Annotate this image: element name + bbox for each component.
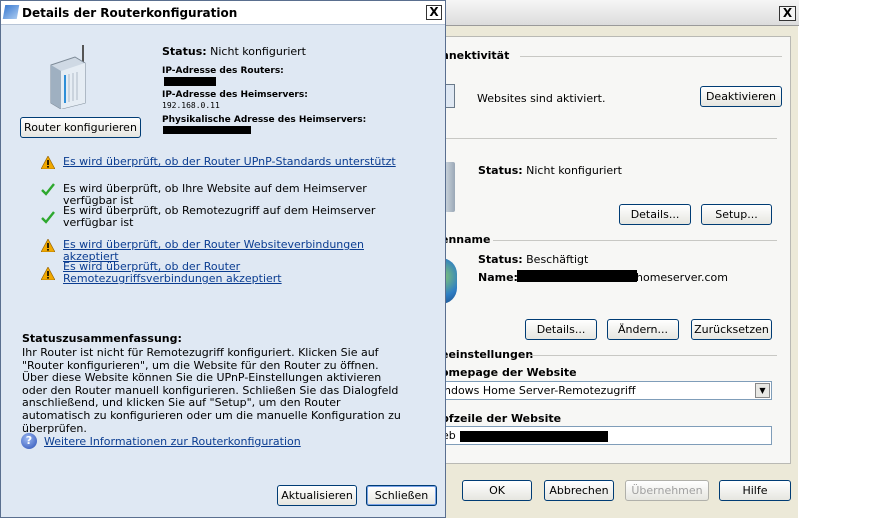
router-status-value: Nicht konfiguriert	[526, 164, 622, 177]
dialog-titlebar: Details der Routerkonfiguration X	[1, 1, 445, 25]
background-titlebar: X	[441, 0, 799, 26]
warning-icon	[41, 156, 55, 169]
apply-button[interactable]: Übernehmen	[625, 480, 709, 501]
homepage-label: omepage der Website	[441, 366, 577, 379]
homepage-select-value: ndows Home Server-Remotezugriff	[444, 384, 636, 397]
ok-button[interactable]: OK	[462, 480, 532, 501]
refresh-button[interactable]: Aktualisieren	[277, 485, 357, 506]
router-status: Status: Nicht konfiguriert	[478, 164, 622, 177]
help-button[interactable]: Hilfe	[719, 480, 791, 501]
domain-details-button[interactable]: Details...	[525, 319, 597, 340]
dialog-title: Details der Routerkonfiguration	[22, 6, 238, 20]
settings-group-line	[529, 355, 777, 356]
checkmark-icon	[41, 183, 55, 196]
router-ip-label: IP-Adresse des Routers:	[162, 66, 284, 76]
router-status-label: Status:	[478, 164, 523, 177]
check-row: Es wird überprüft, ob der Router Website…	[41, 239, 401, 263]
domain-name-redaction	[517, 270, 637, 282]
domain-status: Status: Beschäftigt	[478, 253, 588, 266]
connectivity-group-line	[520, 56, 782, 57]
check-remote-connections-link[interactable]: Es wird überprüft, ob der Router Remotez…	[63, 261, 401, 285]
check-remote-text: Es wird überprüft, ob Remotezugriff auf …	[63, 204, 376, 229]
domain-status-value: Beschäftigt	[526, 253, 589, 266]
check-row: Es wird überprüft, ob Ihre Website auf d…	[41, 183, 401, 207]
summary-title: Statuszusammenfassung:	[22, 332, 182, 345]
websites-status-text: Websites sind aktiviert.	[477, 92, 606, 105]
background-window: X nnektivität Websites sind aktiviert. D…	[440, 0, 799, 518]
server-ip-value: 192.168.0.11	[162, 101, 220, 110]
check-row: Es wird überprüft, ob der Router UPnP-St…	[41, 156, 401, 170]
warning-icon	[41, 239, 55, 252]
router-status-label: Status:	[162, 45, 207, 58]
domain-change-button[interactable]: Ändern...	[607, 319, 679, 340]
check-row: Es wird überprüft, ob Remotezugriff auf …	[41, 205, 401, 231]
domain-group-title: enname	[441, 233, 491, 246]
header-input-redaction	[460, 431, 608, 442]
configure-router-button[interactable]: Router konfigurieren	[20, 117, 141, 138]
router-ip-redaction	[164, 77, 216, 86]
domain-name-suffix: homeserver.com	[636, 271, 728, 284]
connectivity-group-title: nnektivität	[441, 49, 510, 62]
domain-group-line	[493, 240, 777, 241]
warning-icon	[41, 267, 55, 280]
more-info-link[interactable]: Weitere Informationen zur Routerkonfigur…	[44, 435, 301, 448]
domain-reset-button[interactable]: Zurücksetzen	[691, 319, 772, 340]
router-setup-button[interactable]: Setup...	[701, 204, 772, 225]
server-ip-label: IP-Adresse des Heimservers:	[162, 90, 308, 100]
help-icon: ?	[21, 433, 37, 449]
checkmark-icon	[41, 211, 55, 224]
dialog-close-button[interactable]: X	[426, 5, 442, 20]
router-details-button[interactable]: Details...	[619, 204, 691, 225]
background-close-button[interactable]: X	[779, 6, 796, 21]
router-section-line	[441, 138, 777, 139]
chevron-down-icon[interactable]: ▼	[755, 383, 770, 398]
check-upnp-link[interactable]: Es wird überprüft, ob der Router UPnP-St…	[63, 156, 401, 168]
deactivate-button[interactable]: Deaktivieren	[700, 86, 782, 107]
homepage-select[interactable]: ndows Home Server-Remotezugriff ▼	[441, 381, 772, 400]
settings-group-title: eeinstellungen	[441, 348, 534, 361]
check-row: Es wird überprüft, ob der Router Remotez…	[41, 261, 401, 287]
router-status-value: Nicht konfiguriert	[210, 45, 306, 58]
cancel-button[interactable]: Abbrechen	[544, 480, 614, 501]
domain-status-label: Status:	[478, 253, 523, 266]
router-icon	[50, 45, 86, 109]
app-icon	[2, 5, 20, 19]
summary-text: Ihr Router ist nicht für Remotezugriff k…	[22, 346, 401, 435]
mac-label: Physikalische Adresse des Heimservers:	[162, 115, 367, 125]
router-status: Status: Nicht konfiguriert	[162, 45, 306, 58]
router-config-dialog: Details der Routerkonfiguration X Router…	[0, 0, 446, 518]
mac-redaction	[163, 126, 251, 134]
domain-name-label: Name:	[478, 271, 518, 284]
header-input[interactable]: eb	[441, 426, 772, 445]
close-button[interactable]: Schließen	[366, 485, 437, 506]
header-label: pfzeile der Website	[441, 412, 562, 425]
